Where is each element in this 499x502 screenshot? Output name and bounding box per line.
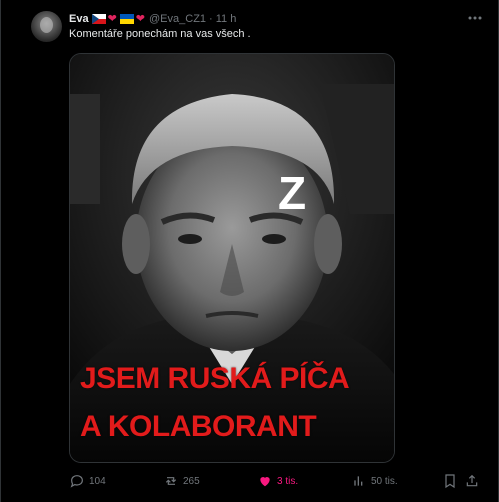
tweet-text: Komentáře ponechám na vas všech . <box>69 28 251 40</box>
user-handle[interactable]: @Eva_CZ1 <box>149 13 206 25</box>
more-horizontal-icon[interactable] <box>467 12 483 24</box>
z-letter-overlay: Z <box>278 167 306 219</box>
bookmark-button[interactable] <box>443 472 457 490</box>
caption-line-1: JSEM RUSKÁ PÍČA <box>80 362 350 395</box>
reply-count: 104 <box>89 475 106 487</box>
share-button[interactable] <box>464 472 480 490</box>
repost-count: 265 <box>183 475 200 487</box>
bookmark-icon <box>445 474 455 489</box>
display-name[interactable]: Eva <box>69 13 89 25</box>
tweet-media-image[interactable]: Z JSEM RUSKÁ PÍČA A KOLABORANT <box>69 53 395 463</box>
repost-icon <box>165 477 177 485</box>
reply-icon <box>70 475 83 488</box>
like-count: 3 tis. <box>277 475 299 487</box>
share-icon <box>466 474 478 487</box>
heart-red-icon: ❤ <box>135 12 146 25</box>
heart-red-icon: ❤ <box>107 12 117 25</box>
flag-ukraine-icon <box>119 14 134 24</box>
reply-button[interactable]: 104 <box>69 472 106 490</box>
caption-line-2: A KOLABORANT <box>80 410 317 443</box>
views-count: 50 tis. <box>371 475 398 487</box>
like-button[interactable]: 3 tis. <box>257 472 298 490</box>
tweet-header: Eva ❤ ❤ @Eva_CZ1 · 11 h <box>69 11 236 27</box>
avatar[interactable] <box>31 11 62 42</box>
flag-czech-icon <box>91 14 106 24</box>
tweet-card[interactable]: Eva ❤ ❤ @Eva_CZ1 · 11 h Komentáře ponech… <box>0 0 499 502</box>
separator-dot: · <box>209 13 213 25</box>
views-chart-icon <box>354 476 363 486</box>
action-bar: 104 265 3 tis. 50 tis. <box>69 472 487 490</box>
repost-button[interactable]: 265 <box>163 472 200 490</box>
views-button[interactable]: 50 tis. <box>351 472 398 490</box>
photo-portrait: Z <box>70 54 394 462</box>
heart-filled-icon <box>260 477 270 487</box>
timestamp[interactable]: 11 h <box>216 13 237 25</box>
